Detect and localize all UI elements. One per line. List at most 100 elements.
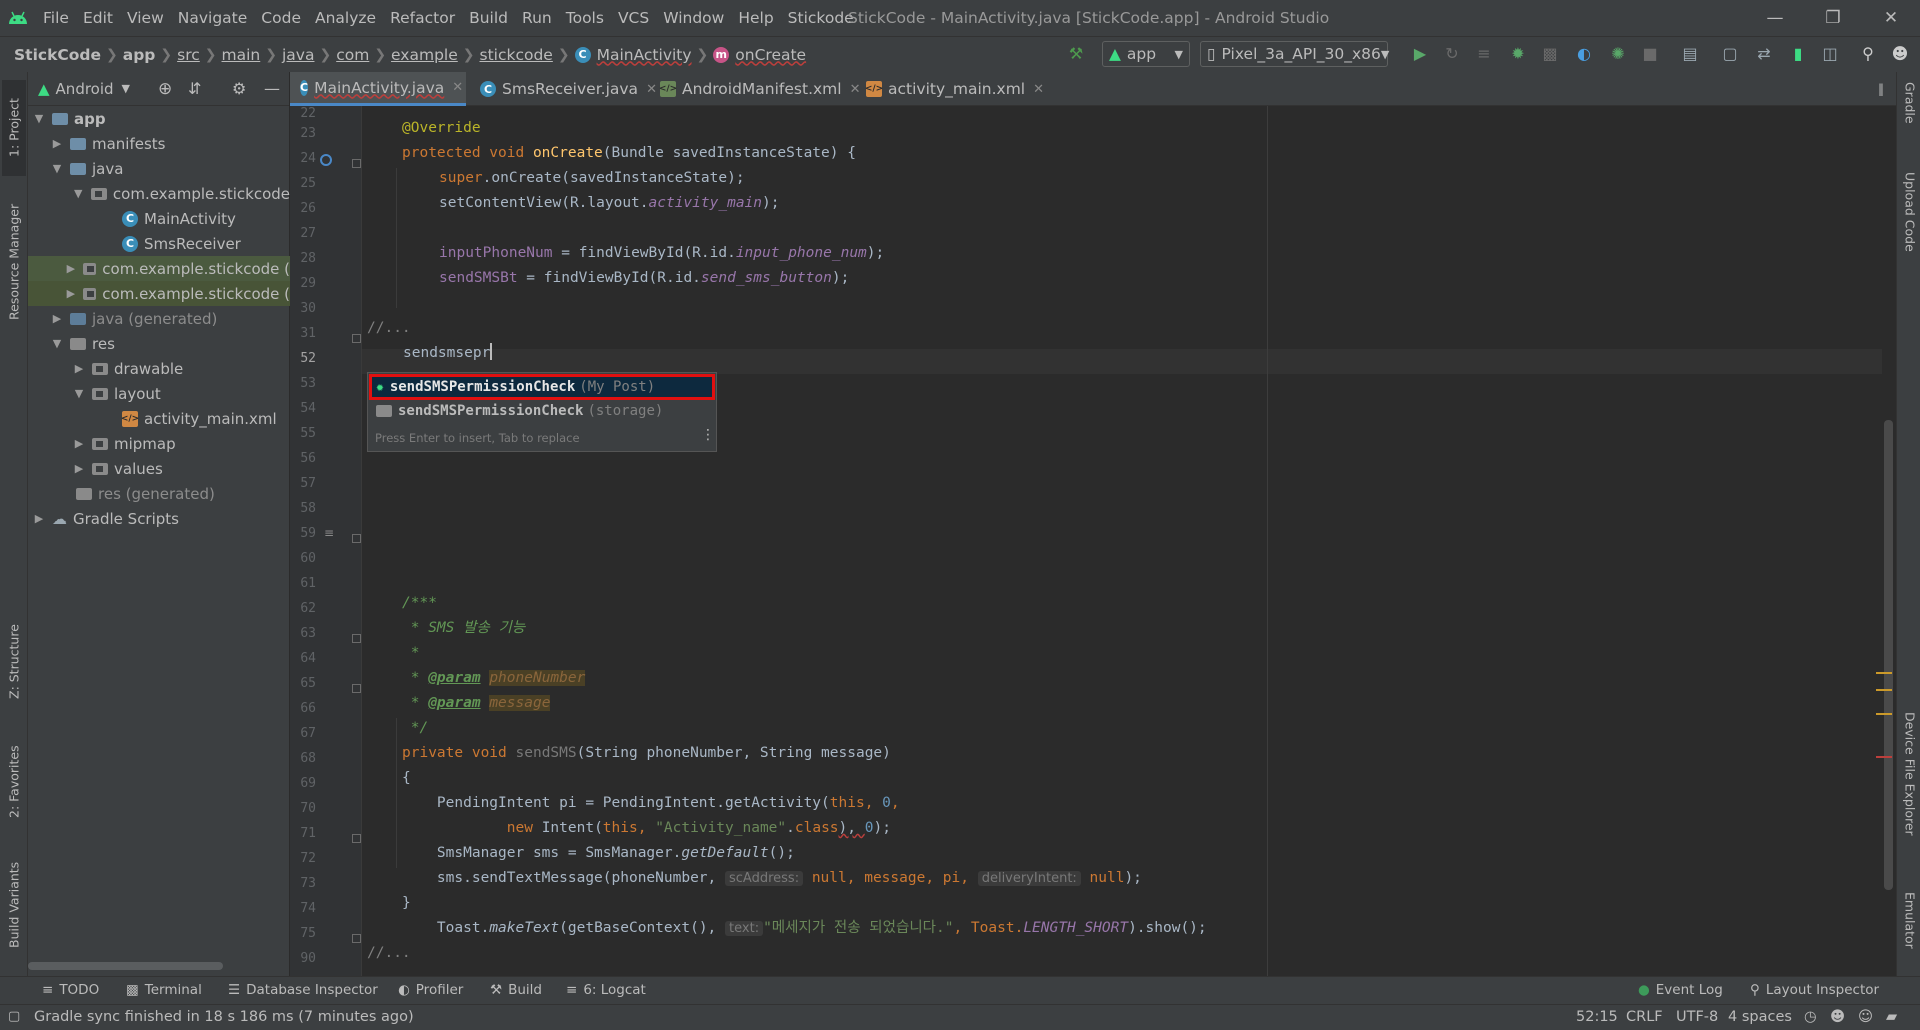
crumb-project[interactable]: StickCode (14, 46, 101, 64)
tool-database-inspector[interactable]: ☰ Database Inspector (228, 982, 378, 998)
code-line-31-folded[interactable]: //... (367, 316, 411, 341)
apply-code-changes-icon[interactable]: ≡ (1470, 39, 1498, 67)
crumb-oncreate[interactable]: m onCreate (713, 46, 806, 64)
crumb-java[interactable]: java (282, 46, 314, 64)
menu-navigate[interactable]: Navigate (171, 9, 255, 27)
menu-build[interactable]: Build (462, 9, 515, 27)
avd-manager-icon[interactable]: ▢ (1716, 39, 1744, 67)
crumb-mainactivity[interactable]: C MainActivity (574, 46, 692, 64)
lock-icon[interactable]: ◷ (1804, 1009, 1817, 1025)
expand-icon[interactable]: ▼ (50, 162, 64, 175)
fold-icon[interactable] (352, 934, 361, 943)
close-window-button[interactable]: ✕ (1868, 4, 1914, 32)
fold-icon[interactable] (352, 834, 361, 843)
tree-item-app[interactable]: ▼ app (28, 106, 290, 131)
more-options-icon[interactable]: ⋮ (701, 427, 715, 443)
menu-file[interactable]: File (36, 9, 76, 27)
fold-icon[interactable] (352, 334, 361, 343)
tool-terminal[interactable]: ▩ Terminal (126, 982, 202, 998)
tab-gradle[interactable]: Gradle (1899, 82, 1920, 152)
tool-todo[interactable]: ≡ TODO (42, 982, 99, 998)
device-select[interactable]: ▯ Pixel_3a_API_30_x86 ▼ (1200, 41, 1389, 67)
expand-icon[interactable]: ▼ (32, 112, 46, 125)
error-marker[interactable] (1876, 756, 1892, 758)
debug-icon[interactable]: ✹ (1504, 39, 1532, 67)
expand-icon[interactable]: ▼ (71, 187, 85, 200)
close-icon[interactable]: ✕ (1033, 82, 1044, 97)
tool-event-log[interactable]: ● Event Log (1638, 982, 1723, 998)
collapse-icon[interactable]: ▶ (50, 137, 64, 150)
tree-item-mainactivity[interactable]: C MainActivity (28, 206, 290, 231)
tab-structure[interactable]: Z: Structure (2, 612, 26, 712)
run-config-select[interactable]: ▲ app ▼ (1102, 41, 1190, 67)
avatar[interactable]: ☻ (1886, 39, 1914, 67)
editor-scrollbar-thumb[interactable] (1884, 420, 1893, 890)
attach-debugger-icon[interactable]: ✺ (1604, 39, 1632, 67)
tree-item-java[interactable]: ▼ java (28, 156, 290, 181)
crumb-module[interactable]: app (123, 46, 156, 64)
fold-icon[interactable] (352, 684, 361, 693)
menu-vcs[interactable]: VCS (611, 9, 656, 27)
menu-analyze[interactable]: Analyze (308, 9, 383, 27)
tool-profiler[interactable]: ◐ Profiler (398, 982, 463, 998)
tree-item-java-generated[interactable]: ▶ java (generated) (28, 306, 290, 331)
search-icon[interactable]: ⚲ (1854, 39, 1882, 67)
menu-window[interactable]: Window (656, 9, 731, 27)
collapse-icon[interactable]: ▶ (32, 512, 46, 525)
tab-androidmanifest-xml[interactable]: </> AndroidManifest.xml ✕ (650, 72, 871, 106)
crumb-com[interactable]: com (336, 46, 369, 64)
menu-code[interactable]: Code (254, 9, 308, 27)
warning-marker[interactable] (1876, 713, 1892, 715)
fold-icon[interactable] (352, 159, 361, 168)
fold-icon[interactable] (352, 534, 361, 543)
apply-changes-icon[interactable]: ↻ (1438, 39, 1466, 67)
memory-icon[interactable]: ▰ (1886, 1009, 1897, 1025)
warning-marker[interactable] (1876, 672, 1892, 674)
expand-icon[interactable]: ▼ (50, 337, 64, 350)
collapse-icon[interactable]: ▶ (50, 312, 64, 325)
tree-item-drawable[interactable]: ▶ drawable (28, 356, 290, 381)
fold-icon[interactable] (352, 634, 361, 643)
tree-item-gradle-scripts[interactable]: ▶ ☁ Gradle Scripts (28, 506, 290, 531)
tree-item-package-test[interactable]: ▶ com.example.stickcode ( (28, 281, 290, 306)
tab-build-variants[interactable]: Build Variants (2, 850, 26, 960)
tree-item-values[interactable]: ▶ values (28, 456, 290, 481)
expand-icon[interactable]: ▼ (72, 387, 86, 400)
collapse-icon[interactable]: ▶ (72, 462, 86, 475)
crumb-stickcode[interactable]: stickcode (480, 46, 553, 64)
menu-view[interactable]: View (120, 9, 171, 27)
sync-gradle-icon[interactable]: ⇄ (1750, 39, 1778, 67)
collapse-icon[interactable]: ▶ (72, 437, 86, 450)
restore-button[interactable]: ❐ (1810, 4, 1856, 32)
tree-item-package-androidtest[interactable]: ▶ com.example.stickcode ( (28, 256, 290, 281)
tree-item-package[interactable]: ▼ com.example.stickcode (28, 181, 290, 206)
tree-item-res-generated[interactable]: res (generated) (28, 481, 290, 506)
tab-list-menu-icon[interactable]: ‖ (1878, 82, 1884, 96)
tree-item-res[interactable]: ▼ res (28, 331, 290, 356)
warning-marker[interactable] (1876, 689, 1892, 691)
doc-render-icon[interactable]: ≡ (324, 526, 334, 540)
collapse-icon[interactable]: ▶ (72, 362, 86, 375)
tree-item-activity-main-xml[interactable]: </> activity_main.xml (28, 406, 290, 431)
status-message[interactable]: Gradle sync finished in 18 s 186 ms (7 m… (34, 1009, 414, 1025)
profile-icon[interactable]: ◐ (1570, 39, 1598, 67)
tree-item-mipmap[interactable]: ▶ mipmap (28, 431, 290, 456)
line-separator[interactable]: CRLF (1626, 1009, 1663, 1025)
feedback-icon[interactable]: ☻ (1830, 1009, 1845, 1025)
coverage-icon[interactable]: ▩ (1536, 39, 1564, 67)
crumb-main[interactable]: main (222, 46, 261, 64)
menu-tools[interactable]: Tools (559, 9, 611, 27)
menu-edit[interactable]: Edit (76, 9, 120, 27)
panel-toggle-icon[interactable]: ▢ (8, 1009, 20, 1024)
close-icon[interactable]: ✕ (452, 80, 463, 95)
crumb-src[interactable]: src (177, 46, 200, 64)
device-manager-icon[interactable]: ▮ (1784, 39, 1812, 67)
inspection-icon[interactable]: ☺ (1858, 1009, 1873, 1025)
tab-upload-code[interactable]: Upload Code (1899, 172, 1920, 282)
minimize-button[interactable]: — (1752, 4, 1798, 32)
completion-item-storage[interactable]: sendSMSPermissionCheck (storage) (370, 399, 714, 423)
tool-build[interactable]: ⚒ Build (490, 982, 542, 998)
tab-emulator[interactable]: Emulator (1899, 892, 1920, 972)
caret-position[interactable]: 52:15 (1576, 1009, 1618, 1025)
file-encoding[interactable]: UTF-8 (1676, 1009, 1718, 1025)
